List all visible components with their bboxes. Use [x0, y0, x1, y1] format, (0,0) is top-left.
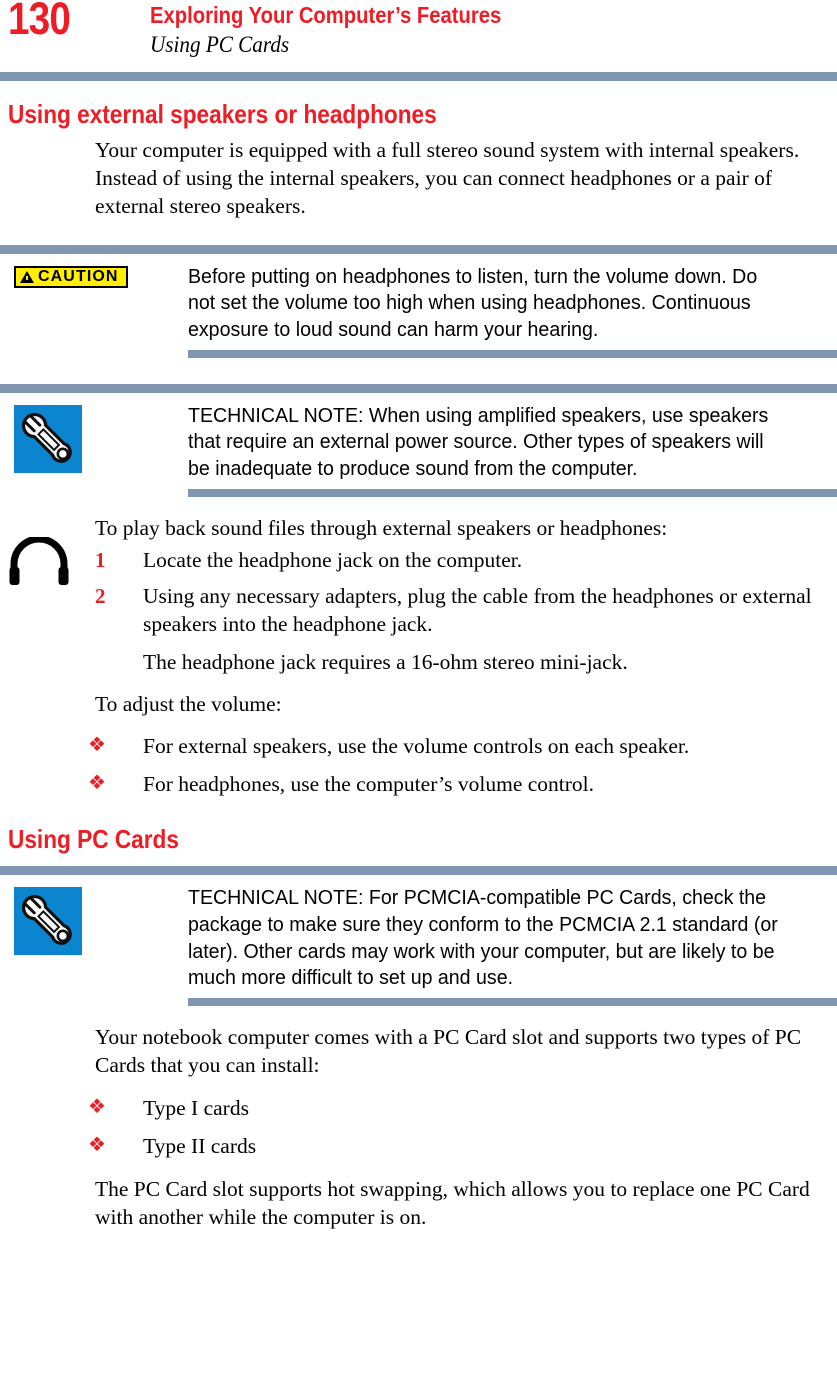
volume-intro-paragraph: To adjust the volume:	[95, 691, 282, 716]
header-rule	[0, 72, 837, 81]
list-item-text: Type II cards	[143, 1133, 257, 1158]
step-text: Using any necessary adapters, plug the c…	[143, 583, 812, 636]
list-item: ❖ For headphones, use the computer’s vol…	[88, 766, 831, 804]
section-heading-pccards: Using PC Cards	[8, 824, 179, 855]
caution-badge-wrapper: CAUTION	[14, 265, 128, 288]
note-speakers-text: TECHNICAL NOTE: When using amplified spe…	[188, 403, 769, 481]
section-heading-speakers-block: Using external speakers or headphones	[0, 81, 837, 129]
step-number: 2	[95, 583, 106, 608]
procedure-intro: To play back sound files through externa…	[95, 515, 668, 540]
note-speakers-rule-top	[0, 383, 837, 393]
caution-badge-label: CAUTION	[38, 267, 119, 285]
procedure-step-list: 1 Locate the headphone jack on the compu…	[0, 543, 837, 643]
note-pccards-rule-bottom	[188, 997, 837, 1006]
list-item-text: For headphones, use the computer’s volum…	[143, 772, 595, 797]
list-item: ❖ Type I cards	[88, 1090, 831, 1128]
note-speakers-icon-wrapper	[14, 404, 82, 473]
pccards-closing-paragraph: The PC Card slot supports hot swapping, …	[95, 1176, 810, 1229]
caution-rule-bottom	[188, 349, 837, 358]
caution-badge: CAUTION	[14, 265, 128, 288]
note-pccards-icon-wrapper	[14, 887, 82, 956]
page-number: 130	[8, 0, 71, 44]
wrench-icon	[14, 404, 82, 473]
diamond-bullet-icon: ❖	[88, 770, 106, 795]
procedure-block: To play back sound files through externa…	[0, 515, 837, 681]
headphones-icon	[9, 535, 69, 585]
page-header: 130 Exploring Your Computer’s Features U…	[0, 0, 837, 72]
procedure-step: 1 Locate the headphone jack on the compu…	[95, 543, 821, 579]
header-title: Exploring Your Computer’s Features	[150, 2, 502, 28]
procedure-step: 2 Using any necessary adapters, plug the…	[95, 579, 821, 643]
warning-triangle-icon	[20, 270, 34, 283]
diamond-bullet-icon: ❖	[88, 1131, 106, 1156]
note-speakers-admonition: TECHNICAL NOTE: When using amplified spe…	[0, 393, 837, 489]
wrench-icon	[14, 887, 82, 956]
list-item: ❖ For external speakers, use the volume …	[88, 728, 831, 766]
note-pccards-text: TECHNICAL NOTE: For PCMCIA-compatible PC…	[188, 886, 778, 990]
section-heading-pccards-block: Using PC Cards	[0, 804, 837, 856]
note-speakers-rule-bottom	[188, 488, 837, 497]
header-subtitle: Using PC Cards	[150, 31, 290, 57]
headphones-icon-wrapper	[8, 535, 70, 594]
caution-admonition: CAUTION Before putting on headphones to …	[0, 254, 837, 350]
pccards-intro-paragraph: Your notebook computer comes with a PC C…	[95, 1024, 802, 1077]
diamond-bullet-icon: ❖	[88, 732, 106, 757]
caution-rule-top	[0, 244, 837, 254]
diamond-bullet-icon: ❖	[88, 1093, 106, 1118]
volume-bullet-list: ❖ For external speakers, use the volume …	[0, 728, 837, 804]
section-heading-speakers: Using external speakers or headphones	[8, 99, 437, 129]
list-item-text: Type I cards	[143, 1095, 249, 1120]
list-item-text: For external speakers, use the volume co…	[143, 734, 690, 759]
list-item: ❖ Type II cards	[88, 1128, 831, 1166]
header-text-group: Exploring Your Computer’s Features Using…	[150, 2, 549, 58]
caution-text: Before putting on headphones to listen, …	[188, 264, 758, 342]
step-followup-paragraph: The headphone jack requires a 16-ohm ste…	[143, 649, 628, 674]
speakers-intro-block: Your computer is equipped with a full st…	[0, 129, 837, 227]
note-pccards-rule-top	[0, 866, 837, 876]
card-types-list: ❖ Type I cards ❖ Type II cards	[0, 1090, 837, 1166]
step-number: 1	[95, 547, 106, 572]
manual-page: 130 Exploring Your Computer’s Features U…	[0, 0, 837, 1390]
speakers-intro-paragraph: Your computer is equipped with a full st…	[95, 138, 800, 218]
note-pccards-admonition: TECHNICAL NOTE: For PCMCIA-compatible PC…	[0, 875, 837, 998]
step-text: Locate the headphone jack on the compute…	[143, 547, 523, 572]
